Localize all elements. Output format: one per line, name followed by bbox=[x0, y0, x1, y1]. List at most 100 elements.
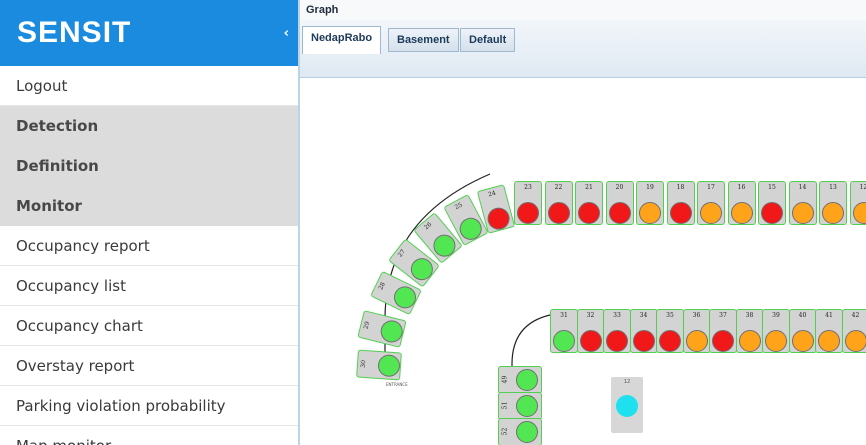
parking-spot-18[interactable]: 18 bbox=[666, 181, 695, 225]
spot-number: 20 bbox=[615, 184, 624, 191]
sidebar-item-monitor[interactable]: Monitor bbox=[0, 186, 298, 226]
spot-number: 24 bbox=[487, 189, 497, 199]
brand-header: SENSIT ‹ bbox=[0, 0, 298, 66]
spot-status-indicator bbox=[516, 395, 538, 417]
spot-number: 12 bbox=[859, 184, 866, 191]
parking-spot-16[interactable]: 16 bbox=[727, 181, 756, 225]
spot-status-indicator bbox=[685, 330, 708, 352]
spot-number: 17 bbox=[707, 184, 715, 191]
spot-number: 22 bbox=[554, 184, 563, 191]
sidebar-item-map-monitor[interactable]: Map monitor bbox=[0, 426, 298, 445]
parking-spot-34[interactable]: 34 bbox=[629, 309, 658, 353]
sensor-marker[interactable]: 12 bbox=[611, 377, 643, 433]
parking-spot-52[interactable]: 52 bbox=[498, 418, 542, 445]
spot-number: 37 bbox=[719, 312, 727, 319]
spot-number: 49 bbox=[501, 375, 509, 384]
parking-spot-35[interactable]: 35 bbox=[656, 309, 684, 353]
sidebar-item-occupancy-list[interactable]: Occupancy list bbox=[0, 266, 298, 306]
spot-status-indicator bbox=[547, 202, 570, 224]
sensor-status-indicator bbox=[616, 395, 638, 417]
spot-status-indicator bbox=[844, 330, 866, 352]
spot-number: 40 bbox=[798, 312, 807, 319]
parking-spot-42[interactable]: 42 bbox=[841, 309, 866, 353]
spot-number: 23 bbox=[524, 184, 532, 191]
parking-spot-13[interactable]: 13 bbox=[819, 181, 847, 225]
spot-status-indicator bbox=[852, 202, 866, 224]
parking-spot-14[interactable]: 14 bbox=[788, 181, 817, 225]
sidebar-item-occupancy-report[interactable]: Occupancy report bbox=[0, 226, 298, 266]
spot-status-indicator bbox=[517, 202, 539, 224]
spot-number: 51 bbox=[501, 401, 509, 410]
spot-number: 36 bbox=[692, 312, 701, 319]
spot-status-indicator bbox=[659, 330, 681, 352]
tab-bar: NedapRabo Basement Default bbox=[300, 20, 866, 78]
spot-number: 30 bbox=[359, 359, 368, 368]
parking-spot-22[interactable]: 22 bbox=[544, 181, 573, 225]
parking-spot-32[interactable]: 32 bbox=[576, 309, 605, 353]
spot-status-indicator bbox=[669, 202, 692, 224]
parking-spot-23[interactable]: 23 bbox=[514, 181, 542, 225]
spot-status-indicator bbox=[516, 369, 538, 391]
spot-number: 15 bbox=[768, 184, 776, 191]
spot-number: 16 bbox=[737, 184, 746, 191]
spot-number: 38 bbox=[745, 312, 754, 319]
parking-spot-20[interactable]: 20 bbox=[605, 181, 634, 225]
main-panel: Graph NedapRabo Basement Default 23 22 21 2… bbox=[298, 0, 866, 445]
sidebar: SENSIT ‹ Logout Detection Definition Monito… bbox=[0, 0, 298, 445]
spot-number: 32 bbox=[586, 312, 595, 319]
parking-spot-30[interactable]: 30 bbox=[356, 349, 402, 381]
parking-spot-19[interactable]: 19 bbox=[636, 181, 664, 225]
sensor-id: 12 bbox=[623, 379, 631, 385]
parking-spot-37[interactable]: 37 bbox=[709, 309, 737, 353]
spot-status-indicator bbox=[700, 202, 722, 224]
spot-number: 18 bbox=[676, 184, 685, 191]
spot-number: 52 bbox=[501, 427, 509, 436]
spot-status-indicator bbox=[791, 330, 814, 352]
spot-status-indicator bbox=[579, 330, 602, 352]
nav-list: Logout Detection Definition Monitor Occupanc… bbox=[0, 66, 298, 445]
spot-status-indicator bbox=[791, 202, 814, 224]
spot-number: 19 bbox=[646, 184, 654, 191]
spot-status-indicator bbox=[608, 202, 631, 224]
tab-basement[interactable]: Basement bbox=[388, 28, 459, 52]
spot-status-indicator bbox=[822, 202, 844, 224]
spot-number: 35 bbox=[666, 312, 674, 319]
parking-spot-39[interactable]: 39 bbox=[762, 309, 790, 353]
spot-status-indicator bbox=[578, 202, 600, 224]
sidebar-item-overstay-report[interactable]: Overstay report bbox=[0, 346, 298, 386]
chevron-left-icon[interactable]: ‹ bbox=[284, 26, 289, 41]
sidebar-item-definition[interactable]: Definition bbox=[0, 146, 298, 186]
map-lanes bbox=[384, 173, 551, 387]
brand-logo: SENSIT bbox=[17, 16, 132, 49]
parking-spot-49[interactable]: 49 bbox=[498, 366, 542, 394]
sidebar-item-logout[interactable]: Logout bbox=[0, 66, 298, 106]
spot-status-indicator bbox=[712, 330, 734, 352]
spot-status-indicator bbox=[765, 330, 787, 352]
parking-spot-21[interactable]: 21 bbox=[575, 181, 603, 225]
spot-number: 13 bbox=[829, 184, 837, 191]
tab-nedaprabo[interactable]: NedapRabo bbox=[302, 26, 382, 54]
spot-number: 14 bbox=[798, 184, 807, 191]
spot-number: 41 bbox=[825, 312, 833, 319]
tab-default[interactable]: Default bbox=[460, 28, 516, 52]
sidebar-item-detection[interactable]: Detection bbox=[0, 106, 298, 146]
sidebar-item-occupancy-chart[interactable]: Occupancy chart bbox=[0, 306, 298, 346]
spot-status-indicator bbox=[818, 330, 840, 352]
parking-spot-17[interactable]: 17 bbox=[697, 181, 725, 225]
spot-status-indicator bbox=[730, 202, 753, 224]
gate-label: ENTRANCE bbox=[386, 382, 408, 387]
parking-spot-41[interactable]: 41 bbox=[815, 309, 843, 353]
spot-number: 33 bbox=[613, 312, 621, 319]
parking-spot-36[interactable]: 36 bbox=[682, 309, 711, 353]
parking-spot-33[interactable]: 33 bbox=[603, 309, 631, 353]
parking-spot-38[interactable]: 38 bbox=[735, 309, 764, 353]
sidebar-item-parking-violation-probability[interactable]: Parking violation probability bbox=[0, 386, 298, 426]
parking-spot-40[interactable]: 40 bbox=[788, 309, 817, 353]
spot-number: 39 bbox=[772, 312, 780, 319]
parking-spot-15[interactable]: 15 bbox=[758, 181, 786, 225]
spot-status-indicator bbox=[378, 318, 406, 345]
parking-spot-51[interactable]: 51 bbox=[498, 392, 542, 420]
parking-spot-12[interactable]: 12 bbox=[849, 181, 866, 225]
spot-status-indicator bbox=[377, 353, 401, 378]
parking-spot-31[interactable]: 31 bbox=[550, 309, 578, 353]
